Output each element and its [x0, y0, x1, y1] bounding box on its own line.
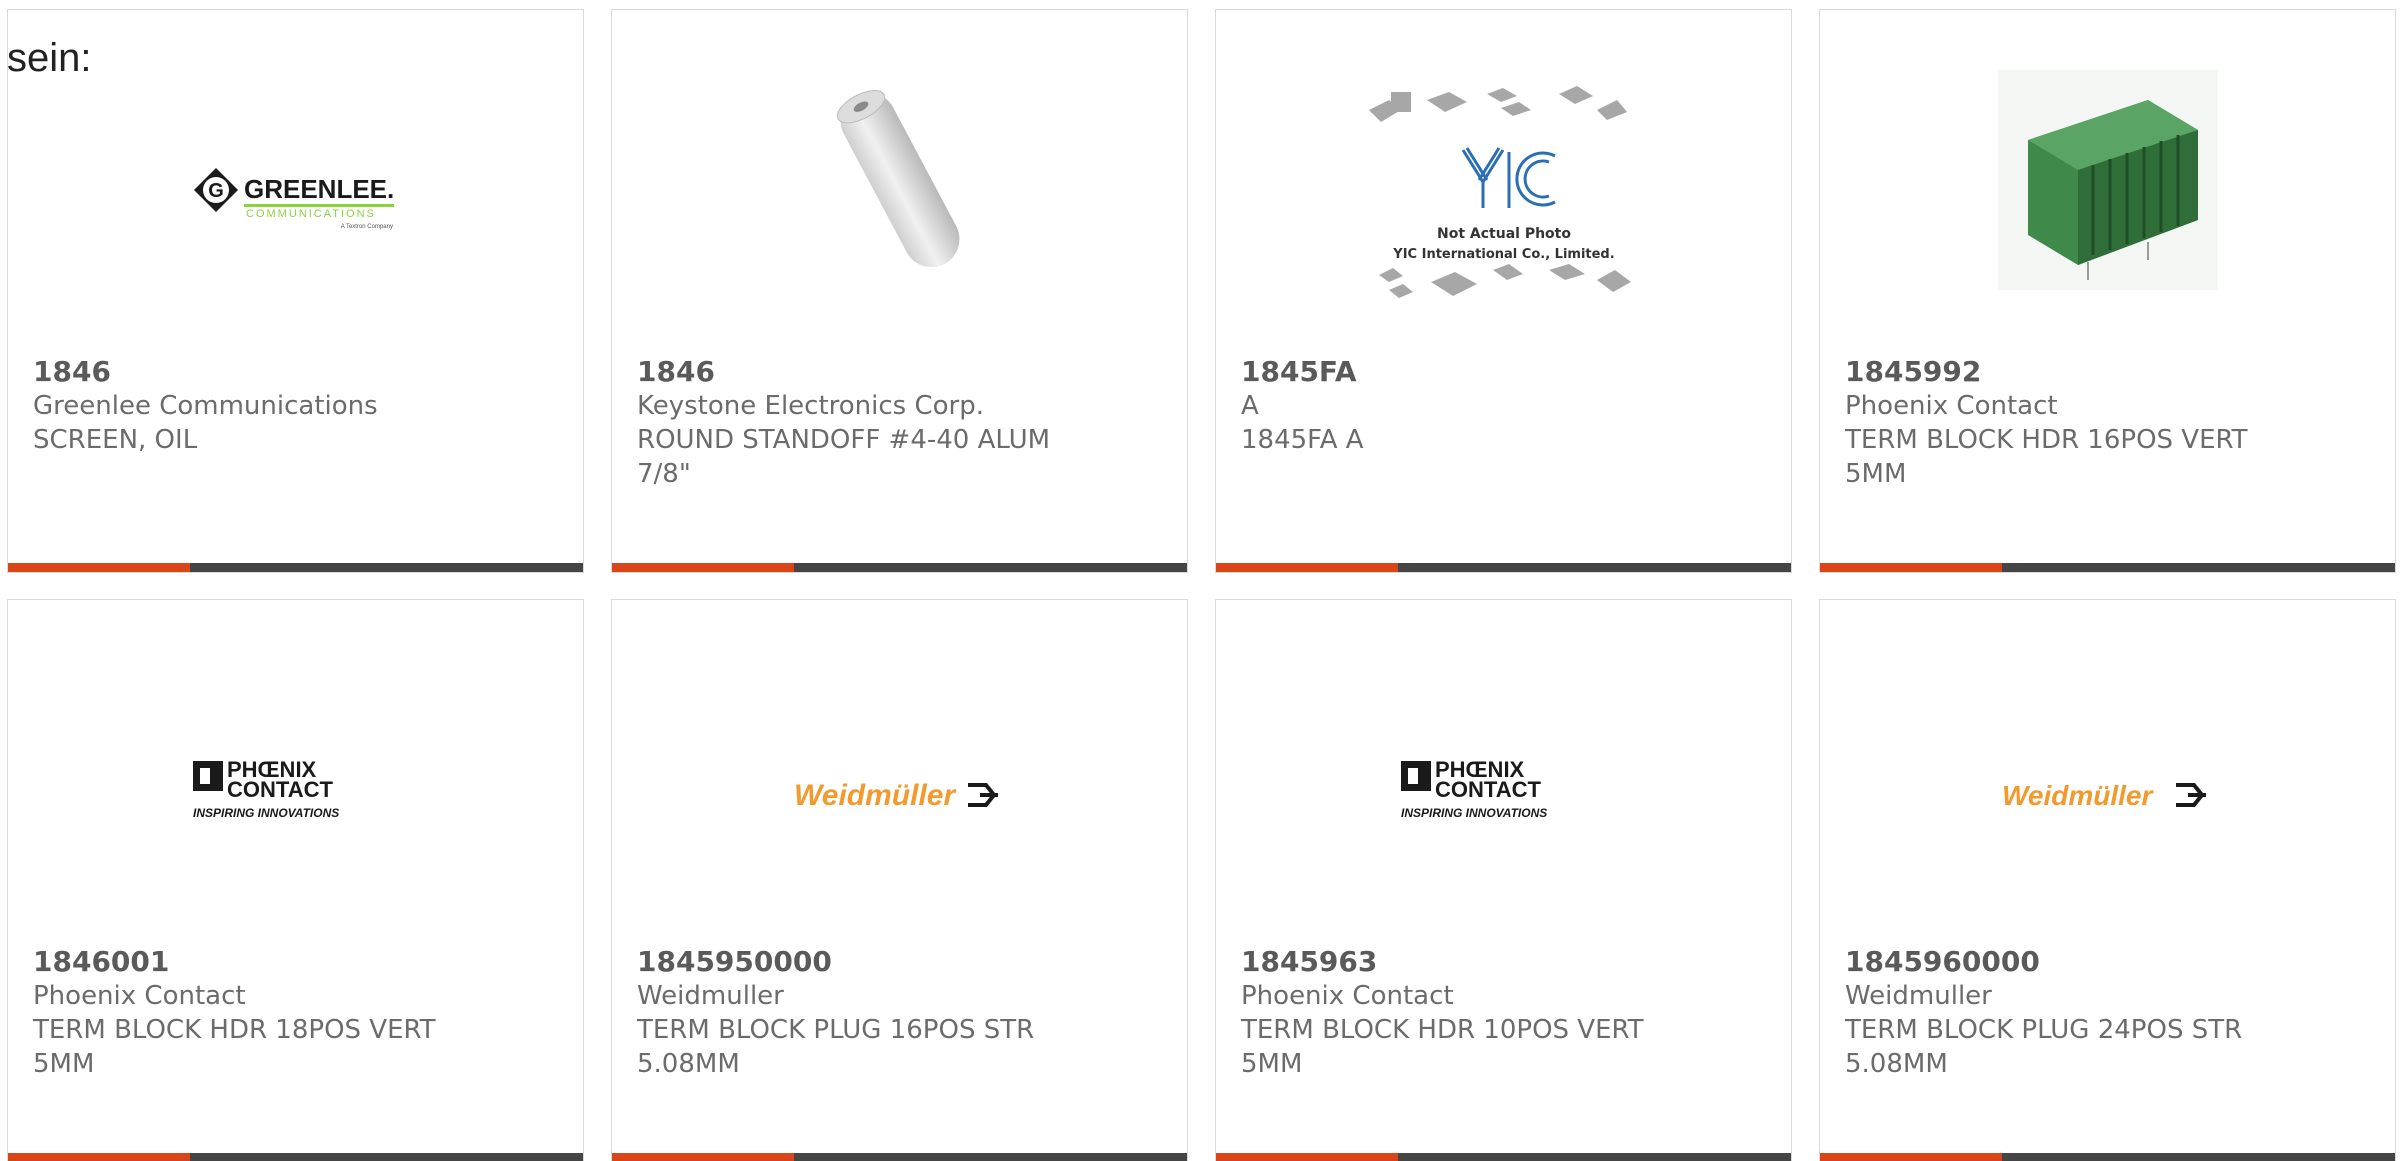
card-footer-bar [8, 1153, 583, 1161]
svg-text:A Textron Company: A Textron Company [340, 224, 392, 230]
card-footer-bar [1820, 1153, 2395, 1161]
svg-text:INSPIRING INNOVATIONS: INSPIRING INNOVATIONS [193, 806, 339, 820]
product-card[interactable]: G GREENLEE. COMMUNICATIONS A Textron Com… [7, 9, 584, 573]
product-image: G GREENLEE. COMMUNICATIONS A Textron Com… [8, 60, 583, 350]
manufacturer: Keystone Electronics Corp. [637, 391, 985, 421]
svg-text:GREENLEE.: GREENLEE. [244, 174, 394, 204]
description: SCREEN, OIL [33, 425, 198, 455]
product-info: 1845963 Phoenix Contact TERM BLOCK HDR 1… [1241, 945, 1771, 1081]
manufacturer: Weidmuller [637, 981, 784, 1011]
product-info: 1845FA A 1845FA A [1241, 355, 1771, 457]
svg-text:CONTACT: CONTACT [227, 777, 333, 802]
weidmuller-logo: Weidmüller [794, 779, 998, 812]
card-footer-bar [8, 563, 583, 572]
product-image: PHŒNIX CONTACT INSPIRING INNOVATIONS [1216, 650, 1791, 940]
standoff-photo [836, 90, 959, 268]
description: TERM BLOCK PLUG 24POS STR [1845, 1015, 2243, 1045]
description: ROUND STANDOFF #4-40 ALUM [637, 425, 1051, 455]
svg-text:COMMUNICATIONS: COMMUNICATIONS [246, 208, 376, 220]
svg-text:CONTACT: CONTACT [1435, 777, 1541, 802]
description-cont: 5MM [1241, 1049, 1303, 1079]
phoenix-logo: PHŒNIX CONTACT INSPIRING INNOVATIONS [192, 757, 339, 820]
description-cont: 5.08MM [1845, 1049, 1948, 1079]
product-info: 1846001 Phoenix Contact TERM BLOCK HDR 1… [33, 945, 563, 1081]
manufacturer: Phoenix Contact [1241, 981, 1454, 1011]
phoenix-logo: PHŒNIX CONTACT INSPIRING INNOVATIONS [1400, 757, 1547, 820]
product-card[interactable]: Not Actual Photo YIC International Co., … [1215, 9, 1792, 573]
part-number[interactable]: 1846 [637, 355, 1167, 389]
yic-placeholder: Not Actual Photo YIC International Co., … [1368, 86, 1631, 298]
description-cont: 5.08MM [637, 1049, 740, 1079]
manufacturer: Phoenix Contact [1845, 391, 2058, 421]
description: TERM BLOCK PLUG 16POS STR [637, 1015, 1035, 1045]
product-info: 1845950000 Weidmuller TERM BLOCK PLUG 16… [637, 945, 1167, 1081]
product-info: 1846 Greenlee Communications SCREEN, OIL [33, 355, 563, 457]
product-image: Weidmüller [612, 650, 1187, 940]
product-card[interactable]: Weidmüller 1845950000 Weidmuller TERM BL… [611, 599, 1188, 1161]
part-number[interactable]: 1845963 [1241, 945, 1771, 979]
part-number[interactable]: 1845FA [1241, 355, 1771, 389]
weidmuller-logo: Weidmüller [2002, 780, 2206, 811]
description: TERM BLOCK HDR 16POS VERT [1845, 425, 2248, 455]
description: 1845FA A [1241, 425, 1364, 455]
product-image: Not Actual Photo YIC International Co., … [1216, 50, 1791, 350]
svg-text:Not Actual Photo: Not Actual Photo [1437, 226, 1571, 242]
manufacturer: Phoenix Contact [33, 981, 246, 1011]
description: TERM BLOCK HDR 18POS VERT [33, 1015, 436, 1045]
manufacturer: A [1241, 391, 1259, 421]
description-cont: 5MM [33, 1049, 95, 1079]
product-info: 1845992 Phoenix Contact TERM BLOCK HDR 1… [1845, 355, 2375, 491]
card-footer-bar [612, 1153, 1187, 1161]
svg-text:Weidmüller: Weidmüller [794, 779, 957, 812]
card-footer-bar [1216, 1153, 1791, 1161]
svg-text:G: G [208, 180, 224, 202]
product-card[interactable]: Weidmüller 1845960000 Weidmuller TERM BL… [1819, 599, 2396, 1161]
part-number[interactable]: 1845960000 [1845, 945, 2375, 979]
page-heading: sein: [7, 36, 92, 80]
terminal-block-photo [1997, 70, 2218, 290]
description-cont: 7/8" [637, 459, 691, 489]
product-card[interactable]: 1846 Keystone Electronics Corp. ROUND ST… [611, 9, 1188, 573]
product-card[interactable]: PHŒNIX CONTACT INSPIRING INNOVATIONS 184… [1215, 599, 1792, 1161]
product-image: PHŒNIX CONTACT INSPIRING INNOVATIONS [8, 650, 583, 940]
product-info: 1846 Keystone Electronics Corp. ROUND ST… [637, 355, 1167, 491]
manufacturer: Greenlee Communications [33, 391, 378, 421]
description-cont: 5MM [1845, 459, 1907, 489]
part-number[interactable]: 1846 [33, 355, 563, 389]
svg-text:Weidmüller: Weidmüller [2002, 780, 2155, 811]
part-number[interactable]: 1846001 [33, 945, 563, 979]
product-image [612, 40, 1187, 320]
card-footer-bar [1216, 563, 1791, 572]
product-image: Weidmüller [1820, 650, 2395, 940]
svg-text:YIC International Co., Limited: YIC International Co., Limited. [1392, 247, 1614, 262]
product-info: 1845960000 Weidmuller TERM BLOCK PLUG 24… [1845, 945, 2375, 1081]
product-grid-page: sein: G GREENLEE. COMMUNICATIONS A Textr… [0, 0, 2400, 1161]
description: TERM BLOCK HDR 10POS VERT [1241, 1015, 1644, 1045]
product-card[interactable]: 1845992 Phoenix Contact TERM BLOCK HDR 1… [1819, 9, 2396, 573]
card-footer-bar [1820, 563, 2395, 572]
greenlee-logo: G GREENLEE. COMMUNICATIONS A Textron Com… [193, 168, 394, 230]
part-number[interactable]: 1845950000 [637, 945, 1167, 979]
manufacturer: Weidmuller [1845, 981, 1992, 1011]
product-image [1820, 40, 2395, 320]
product-card[interactable]: PHŒNIX CONTACT INSPIRING INNOVATIONS 184… [7, 599, 584, 1161]
card-footer-bar [612, 563, 1187, 572]
part-number[interactable]: 1845992 [1845, 355, 2375, 389]
svg-text:INSPIRING INNOVATIONS: INSPIRING INNOVATIONS [1401, 806, 1547, 820]
